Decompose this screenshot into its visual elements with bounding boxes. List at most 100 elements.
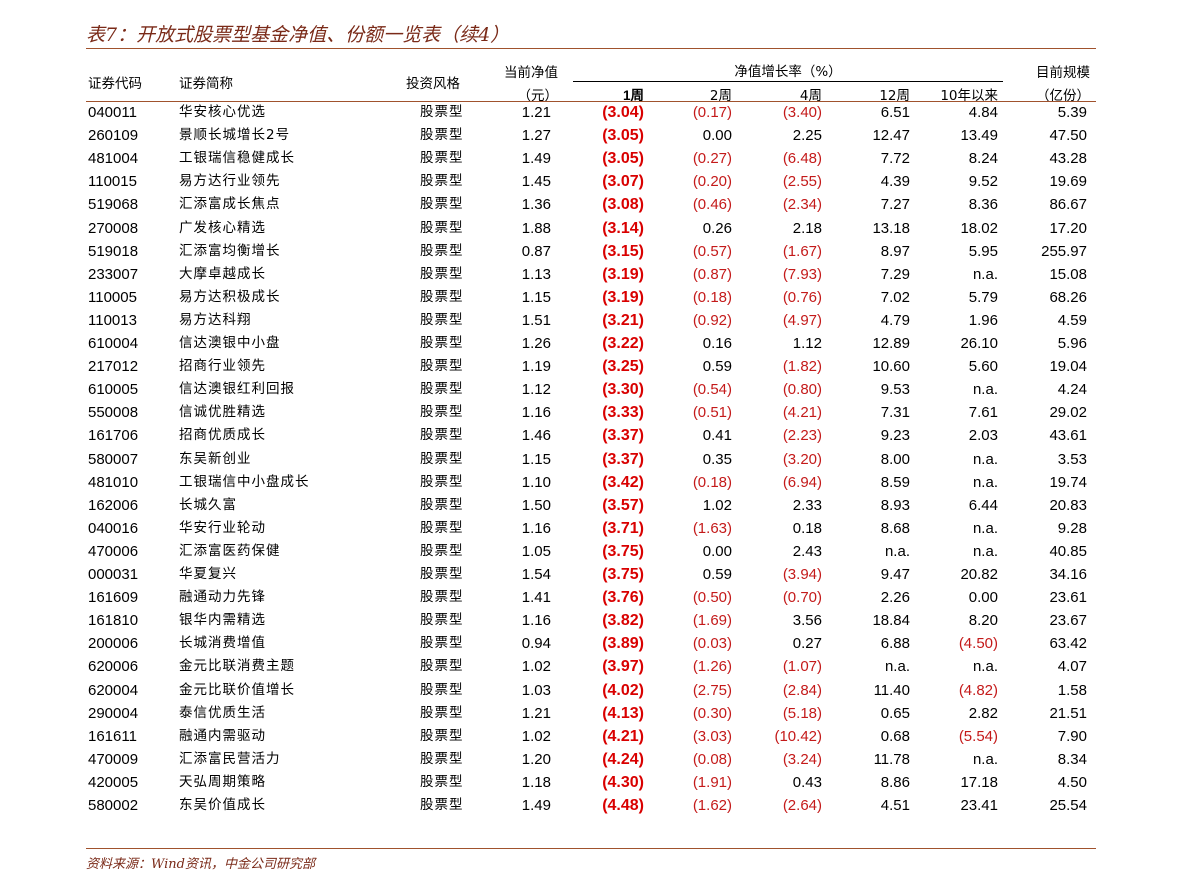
cell-nav: 1.50 [521, 496, 551, 514]
cell-code: 040011 [88, 104, 137, 121]
cell-10y: 9.52 [968, 173, 998, 191]
cell-nav: 0.94 [521, 635, 551, 653]
cell-name: 融通内需驱动 [179, 727, 266, 744]
cell-1w: (4.21) [602, 727, 644, 745]
cell-nav: 1.15 [521, 288, 551, 306]
cell-code: 580002 [88, 797, 139, 814]
cell-2w: (0.18) [692, 473, 732, 491]
table-row: 620004 金元比联价值增长 股票型 1.03 (4.02) (2.75) (2.84) 1… [0, 679, 1191, 702]
cell-1w: (3.14) [602, 219, 644, 237]
cell-10y: 8.20 [968, 612, 998, 630]
cell-4w: (10.42) [774, 727, 822, 745]
table-row: 420005 天弘周期策略 股票型 1.18 (4.30) (1.91) 0.43 8.86 1… [0, 771, 1191, 794]
cell-aum: 4.50 [1057, 773, 1087, 791]
cell-4w: 0.18 [792, 519, 822, 537]
table-row: 200006 长城消费增值 股票型 0.94 (3.89) (0.03) 0.27 6.88 (… [0, 632, 1191, 655]
cell-nav: 1.05 [521, 542, 551, 560]
cell-style: 股票型 [420, 381, 464, 398]
source-note: 资料来源：Wind资讯，中金公司研究部 [86, 857, 315, 872]
cell-4w: (1.82) [782, 358, 822, 376]
cell-aum: 43.61 [1049, 427, 1087, 445]
cell-code: 580007 [88, 450, 139, 468]
cell-4w: (3.20) [782, 450, 822, 468]
cell-10y: 2.82 [968, 704, 998, 722]
cell-1w: (3.89) [602, 635, 644, 653]
table-row: 610004 信达澳银中小盘 股票型 1.26 (3.22) 0.16 1.12 12.89 2… [0, 332, 1191, 355]
cell-code: 270008 [88, 219, 139, 237]
cell-style: 股票型 [420, 311, 464, 328]
cell-12w: 8.86 [880, 773, 910, 791]
cell-4w: 3.56 [792, 612, 822, 630]
cell-2w: 0.59 [702, 566, 732, 583]
cell-name: 广发核心精选 [179, 219, 266, 236]
cell-style: 股票型 [420, 335, 464, 351]
cell-1w: (3.57) [602, 496, 644, 514]
cell-1w: (3.75) [602, 566, 644, 583]
cell-12w: 9.53 [880, 381, 910, 399]
cell-aum: 19.04 [1049, 358, 1087, 376]
cell-style: 股票型 [420, 750, 464, 767]
cell-nav: 1.16 [521, 404, 551, 422]
cell-aum: 5.39 [1057, 104, 1087, 121]
cell-2w: (0.03) [692, 635, 732, 653]
cell-nav: 1.36 [521, 196, 551, 214]
table-row: 161810 银华内需精选 股票型 1.16 (3.82) (1.69) 3.56 18.84… [0, 609, 1191, 632]
cell-10y: 18.02 [960, 219, 998, 237]
cell-1w: (3.07) [602, 173, 644, 191]
cell-aum: 40.85 [1049, 542, 1087, 560]
cell-10y: (5.54) [958, 727, 998, 745]
cell-4w: (3.40) [782, 104, 822, 121]
cell-4w: (3.94) [782, 566, 822, 583]
cell-nav: 1.46 [521, 427, 551, 445]
cell-1w: (3.19) [602, 288, 644, 306]
cell-nav: 1.12 [521, 381, 551, 399]
cell-4w: (4.97) [782, 311, 822, 329]
cell-nav: 1.10 [521, 473, 551, 491]
cell-12w: 8.59 [880, 473, 910, 491]
cell-code: 481004 [88, 150, 139, 168]
cell-name: 金元比联消费主题 [179, 658, 295, 675]
cell-nav: 1.21 [521, 104, 551, 121]
cell-code: 620006 [88, 658, 139, 676]
cell-2w: (0.08) [692, 750, 732, 768]
cell-1w: (3.37) [602, 427, 644, 445]
header-code: 证券代码 [88, 76, 142, 92]
cell-style: 股票型 [420, 427, 464, 444]
cell-2w: 1.02 [702, 496, 732, 514]
cell-12w: 11.78 [873, 750, 910, 768]
header-style: 投资风格 [406, 76, 460, 92]
cell-nav: 1.54 [521, 566, 551, 583]
header-name: 证券简称 [179, 76, 233, 92]
cell-1w: (3.71) [602, 519, 644, 537]
cell-nav: 1.21 [521, 704, 551, 722]
cell-name: 华安行业轮动 [179, 519, 266, 536]
cell-nav: 1.15 [521, 450, 551, 468]
cell-aum: 21.51 [1049, 704, 1087, 722]
cell-4w: 2.43 [792, 542, 822, 560]
cell-name: 汇添富民营活力 [179, 750, 281, 767]
cell-aum: 23.67 [1049, 612, 1087, 630]
cell-12w: 7.31 [880, 404, 910, 422]
cell-style: 股票型 [420, 589, 464, 606]
cell-12w: 7.29 [880, 265, 910, 283]
cell-2w: 0.16 [702, 335, 732, 352]
cell-4w: 0.27 [792, 635, 822, 653]
cell-nav: 0.87 [521, 242, 551, 260]
cell-name: 长城久富 [179, 496, 237, 513]
cell-aum: 15.08 [1049, 265, 1087, 283]
cell-name: 易方达积极成长 [179, 288, 281, 305]
cell-12w: n.a. [884, 542, 910, 560]
cell-aum: 1.58 [1057, 681, 1087, 699]
cell-4w: (5.18) [782, 704, 822, 722]
table-row: 161609 融通动力先锋 股票型 1.41 (3.76) (0.50) (0.70) 2.2… [0, 586, 1191, 609]
cell-nav: 1.13 [521, 265, 551, 283]
cell-4w: (0.76) [782, 288, 822, 306]
cell-nav: 1.16 [521, 612, 551, 630]
cell-12w: 8.00 [880, 450, 910, 468]
cell-1w: (4.48) [602, 797, 644, 814]
cell-2w: 0.26 [702, 219, 732, 237]
cell-name: 大摩卓越成长 [179, 265, 266, 282]
cell-10y: n.a. [972, 658, 998, 676]
cell-name: 招商优质成长 [179, 427, 266, 444]
cell-aum: 9.28 [1057, 519, 1087, 537]
